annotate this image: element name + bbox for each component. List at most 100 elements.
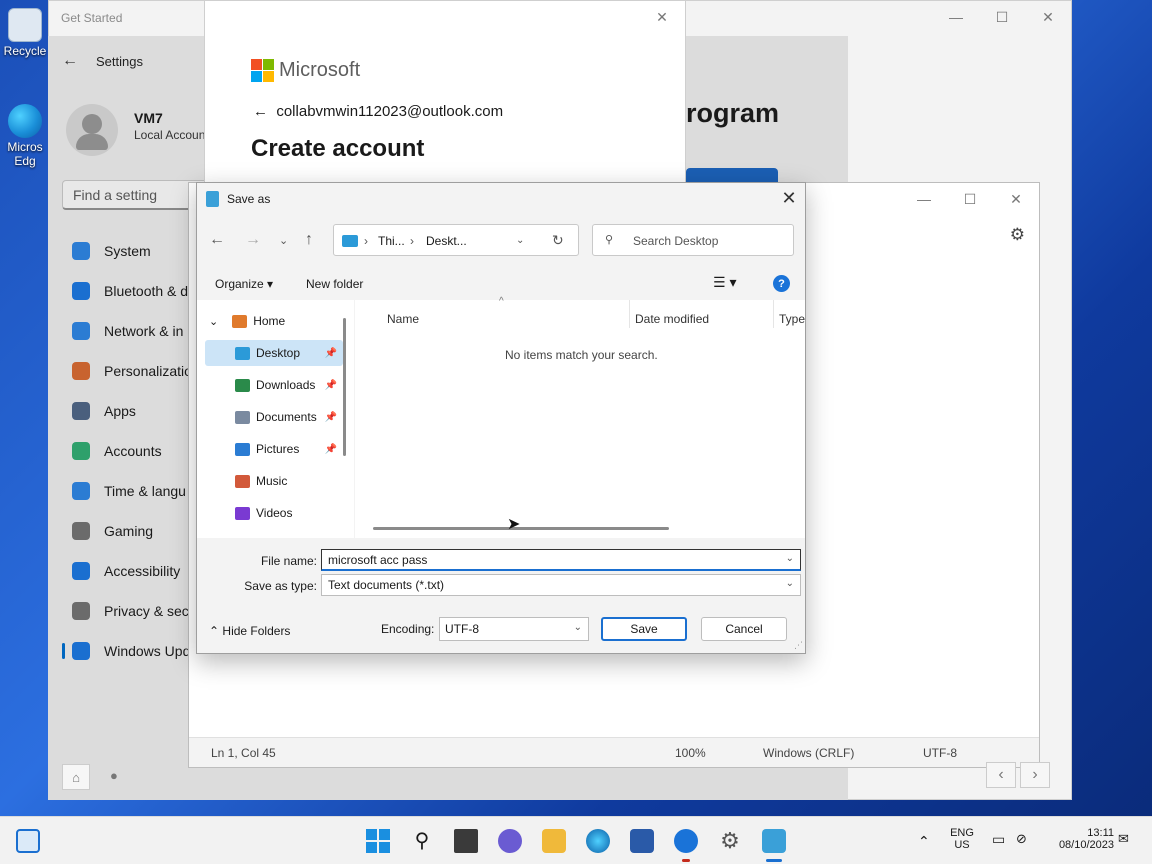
settings-nav-label: Windows Upd [104, 643, 191, 659]
settings-nav-label: Accounts [104, 443, 162, 459]
empty-message: No items match your search. [505, 348, 658, 362]
settings-nav-label: Personalizatio [104, 363, 192, 379]
desktop-icon-edge[interactable]: Micros Edg [0, 104, 50, 168]
maximize-icon[interactable]: ☐ [947, 183, 993, 215]
column-name[interactable]: Name [387, 312, 419, 326]
close-icon[interactable]: ✕ [993, 183, 1039, 215]
settings-nav-icon [72, 362, 90, 380]
address-bar[interactable]: › Thi... › Deskt... ⌄ ↻ [333, 224, 579, 256]
breadcrumb-this-pc[interactable]: Thi... [378, 234, 405, 248]
tree-item[interactable]: Pictures 📌 [205, 436, 343, 462]
microsoft-brand: Microsoft [279, 59, 361, 81]
gear-icon[interactable]: ⚙ [1010, 225, 1025, 245]
encoding-label: Encoding: [381, 622, 435, 636]
back-arrow-icon[interactable]: ← [209, 231, 225, 249]
tree-item[interactable]: Downloads 📌 [205, 372, 343, 398]
up-arrow-icon[interactable]: ↑ [305, 231, 313, 249]
zoom-level: 100% [675, 746, 706, 760]
pin-icon: 📌 [324, 347, 337, 359]
save-as-type-select[interactable]: Text documents (*.txt) ⌄ [321, 574, 801, 596]
file-name-label: File name: [260, 554, 317, 568]
chevron-down-icon[interactable]: ⌄ [516, 235, 524, 246]
desktop-icon-recycle-bin[interactable]: Recycle [0, 8, 50, 58]
save-as-type-label: Save as type: [244, 579, 317, 593]
settings-nav-icon [72, 242, 90, 260]
chevron-up-icon[interactable]: ⌃ [918, 833, 930, 850]
breadcrumb-desktop[interactable]: Deskt... [426, 234, 467, 248]
settings-app-icon[interactable]: ⚙ [718, 829, 742, 853]
start-icon[interactable] [366, 829, 390, 853]
chat-icon[interactable] [498, 829, 522, 853]
tree-item-label: Downloads [256, 378, 316, 392]
widgets-icon[interactable] [16, 829, 40, 853]
network-icon[interactable]: ▭ [992, 831, 1005, 848]
tree-item[interactable]: Music [205, 468, 343, 494]
view-options-icon[interactable]: ☰ ▾ [713, 274, 736, 291]
tree-item-label: Documents [256, 410, 317, 424]
encoding-select[interactable]: UTF-8 ⌄ [439, 617, 589, 641]
language-code: ENG [950, 827, 974, 839]
home-icon[interactable]: ⌂ [62, 764, 90, 790]
search-icon[interactable]: ⚲ [410, 829, 434, 853]
save-as-dialog: Save as ✕ ← → ⌄ ↑ › Thi... › Deskt... ⌄ … [196, 182, 806, 654]
horizontal-scrollbar[interactable] [373, 527, 669, 530]
edge-icon[interactable] [586, 829, 610, 853]
task-view-icon[interactable] [454, 829, 478, 853]
language-indicator[interactable]: ENG US [944, 827, 980, 851]
back-arrow-icon[interactable]: ← [253, 103, 276, 120]
sort-up-icon: ^ [499, 296, 504, 307]
forward-arrow-icon[interactable]: → [245, 231, 261, 249]
recent-locations-chevron-icon[interactable]: ⌄ [279, 234, 288, 247]
microsoft-logo-icon [251, 59, 274, 82]
chevron-down-icon[interactable]: ⌄ [786, 553, 794, 564]
chevron-left-icon[interactable]: ‹ [986, 762, 1016, 788]
get-started-app-icon[interactable] [674, 829, 698, 853]
account-email[interactable]: ← collabvmwin112023@outlook.com [253, 103, 503, 120]
avatar[interactable] [66, 104, 118, 156]
tree-scrollbar[interactable] [343, 318, 346, 456]
chevron-right-icon[interactable]: › [1020, 762, 1050, 788]
column-type[interactable]: Type [779, 312, 805, 326]
folder-icon [235, 474, 250, 488]
organize-label: Organize [215, 277, 264, 291]
tree-item[interactable]: Desktop 📌 [205, 340, 343, 366]
tree-item[interactable]: Videos [205, 500, 343, 526]
help-icon[interactable]: ? [773, 275, 790, 292]
folder-icon [235, 506, 250, 520]
new-folder-button[interactable]: New folder [306, 277, 363, 291]
recycle-bin-icon [8, 8, 42, 42]
edge-icon [8, 104, 42, 138]
resize-grip-icon[interactable]: ⋰ [794, 640, 803, 651]
close-icon[interactable]: ✕ [1025, 1, 1071, 33]
column-date-modified[interactable]: Date modified [635, 312, 709, 326]
chevron-down-icon[interactable]: ⌄ [209, 315, 218, 328]
clock[interactable]: 13:11 08/10/2023 [1044, 827, 1114, 851]
close-icon[interactable]: ✕ [639, 1, 685, 33]
close-icon[interactable]: ✕ [773, 183, 805, 213]
settings-nav-icon [72, 322, 90, 340]
notification-icon[interactable]: ✉ [1118, 831, 1129, 847]
minimize-icon[interactable]: — [933, 1, 979, 33]
settings-nav-label: System [104, 243, 151, 259]
hide-folders-toggle[interactable]: ⌃ Hide Folders [209, 624, 290, 638]
maximize-icon[interactable]: ☐ [979, 1, 1025, 33]
notepad-window-controls: — ☐ ✕ [901, 183, 1039, 215]
search-input[interactable]: ⚲ Search Desktop [592, 224, 794, 256]
notepad-app-icon[interactable] [762, 829, 786, 853]
refresh-icon[interactable]: ↻ [552, 232, 564, 249]
volume-muted-icon[interactable]: ⊘ [1016, 831, 1027, 847]
store-icon[interactable] [630, 829, 654, 853]
tree-item-label: Desktop [256, 346, 301, 360]
save-button[interactable]: Save [601, 617, 687, 641]
tree-item-label: Home [253, 314, 286, 328]
organize-button[interactable]: Organize ▾ [215, 277, 273, 291]
clock-time: 13:11 [1087, 827, 1114, 839]
tree-item[interactable]: Documents 📌 [205, 404, 343, 430]
file-name-input[interactable]: microsoft acc pass ⌄ [321, 549, 801, 571]
user-icon[interactable]: ● [110, 768, 122, 784]
file-explorer-icon[interactable] [542, 829, 566, 853]
minimize-icon[interactable]: — [901, 183, 947, 215]
cancel-button[interactable]: Cancel [701, 617, 787, 641]
back-arrow-icon[interactable]: ← [62, 52, 78, 70]
tree-item[interactable]: ⌄ Home [205, 308, 343, 334]
